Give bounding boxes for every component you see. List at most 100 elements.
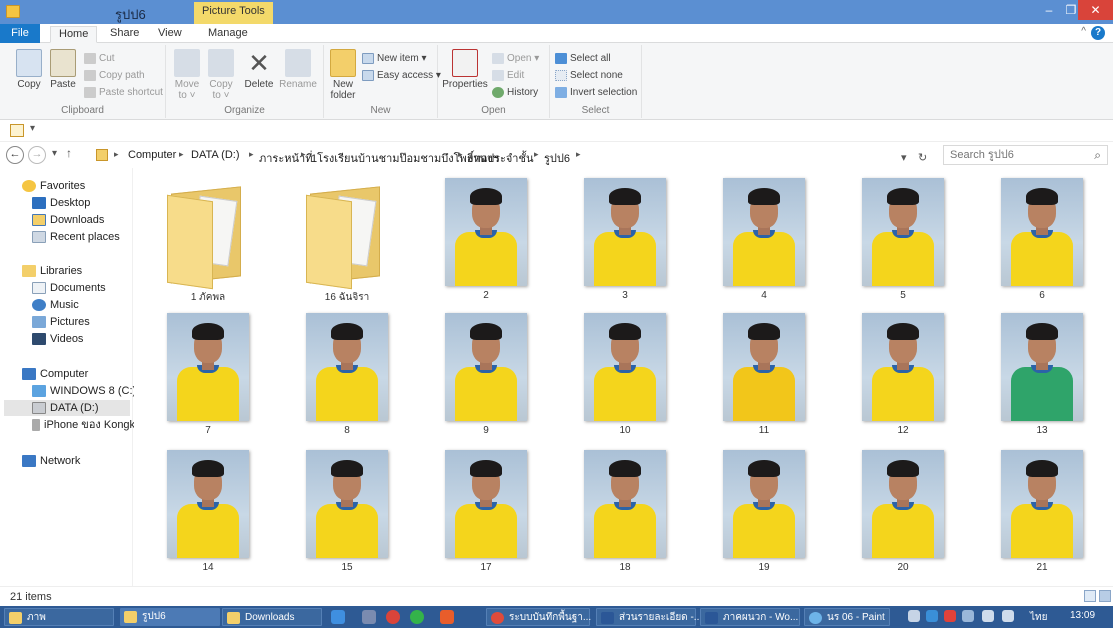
forward-button[interactable]: → xyxy=(28,146,46,164)
tab-share[interactable]: Share xyxy=(102,26,147,43)
copy-button[interactable]: Copy xyxy=(14,49,44,90)
refresh-button[interactable]: ↻ xyxy=(918,151,927,164)
edit-button[interactable]: Edit xyxy=(492,70,524,81)
up-button[interactable]: ↑ xyxy=(66,146,72,160)
image-file-item[interactable]: 10 xyxy=(575,313,675,436)
taskbar-item-word-appendix[interactable]: ภาคผนวก - Wo... xyxy=(700,608,800,626)
sidebar-item-libraries[interactable]: Libraries xyxy=(22,263,82,279)
breadcrumb-class-work[interactable]: งานประจำชั้น xyxy=(468,149,533,167)
tab-view[interactable]: View xyxy=(150,26,190,43)
taskbar-item-downloads[interactable]: Downloads xyxy=(222,608,322,626)
image-file-item[interactable]: 4 xyxy=(714,178,814,301)
image-file-item[interactable]: 2 xyxy=(436,178,536,301)
search-icon[interactable]: ⌕ xyxy=(1094,148,1101,163)
rename-button[interactable]: Rename xyxy=(278,49,318,90)
address-bar[interactable]: ▸ Computer ▸ DATA (D:) ▸ ภาระหน้าที่ ▸ 1… xyxy=(95,145,940,165)
properties-qat-icon[interactable] xyxy=(10,124,24,137)
sidebar-item-iphone[interactable]: iPhone ของ Kongka xyxy=(32,417,141,433)
image-file-item[interactable]: 18 xyxy=(575,450,675,573)
sidebar-item-data-d[interactable]: DATA (D:) xyxy=(4,400,130,416)
sidebar-item-favorites[interactable]: Favorites xyxy=(22,178,85,194)
properties-button[interactable]: Properties xyxy=(442,49,488,90)
large-icons-view-icon[interactable] xyxy=(1099,590,1111,602)
image-file-item[interactable]: 6 xyxy=(992,178,1092,301)
image-file-item[interactable]: 7 xyxy=(158,313,258,436)
image-file-item[interactable]: 11 xyxy=(714,313,814,436)
cut-button[interactable]: Cut xyxy=(84,53,115,64)
media-icon[interactable] xyxy=(440,610,454,624)
taskbar-item-paint[interactable]: นร 06 - Paint xyxy=(804,608,890,626)
sidebar-item-pictures[interactable]: Pictures xyxy=(32,314,90,330)
sidebar-item-network[interactable]: Network xyxy=(22,453,80,469)
image-file-item[interactable]: 17 xyxy=(436,450,536,573)
help-icon[interactable]: ? xyxy=(1091,26,1105,40)
breadcrumb-computer[interactable]: Computer xyxy=(128,149,176,161)
sidebar-item-computer[interactable]: Computer xyxy=(22,366,88,382)
copy-to-button[interactable]: Copy to ˅ xyxy=(206,49,236,101)
details-view-icon[interactable] xyxy=(1084,590,1096,602)
calculator-icon[interactable] xyxy=(362,610,376,624)
image-file-item[interactable]: 3 xyxy=(575,178,675,301)
image-file-item[interactable]: 21 xyxy=(992,450,1092,573)
collapse-ribbon-icon[interactable]: ^ xyxy=(1081,26,1086,37)
network-signal-icon[interactable] xyxy=(1002,610,1014,622)
search-input[interactable] xyxy=(944,146,1084,164)
paste-shortcut-button[interactable]: Paste shortcut xyxy=(84,87,163,98)
breadcrumb-current-folder[interactable]: รูปป6 xyxy=(544,149,570,167)
sidebar-item-documents[interactable]: Documents xyxy=(32,280,106,296)
recent-locations-dropdown[interactable]: ▾ xyxy=(52,148,57,159)
language-indicator[interactable]: ไทย xyxy=(1030,610,1047,625)
move-to-button[interactable]: Move to ˅ xyxy=(172,49,202,101)
folder-item[interactable]: 1 ภัคพล xyxy=(158,178,258,305)
image-file-item[interactable]: 5 xyxy=(853,178,953,301)
image-file-item[interactable]: 9 xyxy=(436,313,536,436)
tab-home[interactable]: Home xyxy=(50,26,98,43)
open-button[interactable]: Open ▾ xyxy=(492,53,539,64)
breadcrumb-data-d[interactable]: DATA (D:) xyxy=(191,149,239,161)
sidebar-item-windows8[interactable]: WINDOWS 8 (C:) xyxy=(32,383,136,399)
new-folder-button[interactable]: New folder xyxy=(328,49,358,101)
sidebar-item-recent-places[interactable]: Recent places xyxy=(32,229,120,245)
taskbar-item-word-details[interactable]: ส่วนรายละเอียด -... xyxy=(596,608,702,626)
tray-icon[interactable] xyxy=(908,610,920,622)
paste-button[interactable]: Paste xyxy=(46,49,80,90)
image-file-item[interactable]: 14 xyxy=(158,450,258,573)
tray-flag-icon[interactable] xyxy=(944,610,956,622)
new-item-button[interactable]: New item ▾ xyxy=(362,53,426,64)
tab-manage[interactable]: Manage xyxy=(200,26,256,43)
taskbar-item-browser[interactable]: ระบบบันทึกพื้นฐา... xyxy=(486,608,591,626)
picture-tools-tab[interactable]: Picture Tools xyxy=(194,2,273,24)
image-file-item[interactable]: 15 xyxy=(297,450,397,573)
address-dropdown[interactable]: ▾ xyxy=(901,151,907,164)
select-none-button[interactable]: Select none xyxy=(555,70,623,81)
internet-explorer-icon[interactable] xyxy=(331,610,345,624)
copy-path-button[interactable]: Copy path xyxy=(84,70,145,81)
taskbar-item-folder[interactable]: รูปป6 xyxy=(120,608,220,626)
image-file-item[interactable]: 19 xyxy=(714,450,814,573)
image-file-item[interactable]: 12 xyxy=(853,313,953,436)
taskbar-item-pictures[interactable]: ภาพ xyxy=(4,608,114,626)
tab-file[interactable]: File xyxy=(0,24,40,43)
clock[interactable]: 13:09 xyxy=(1070,610,1095,621)
easy-access-button[interactable]: Easy access ▾ xyxy=(362,70,441,81)
close-button[interactable]: ✕ xyxy=(1078,0,1113,20)
sidebar-item-desktop[interactable]: Desktop xyxy=(32,195,90,211)
sidebar-item-videos[interactable]: Videos xyxy=(32,331,83,347)
history-button[interactable]: History xyxy=(492,87,538,98)
delete-button[interactable]: ✕ Delete xyxy=(242,49,276,90)
search-box[interactable]: ⌕ xyxy=(943,145,1108,165)
select-all-button[interactable]: Select all xyxy=(555,53,611,64)
image-file-item[interactable]: 8 xyxy=(297,313,397,436)
sidebar-item-downloads[interactable]: Downloads xyxy=(32,212,104,228)
folder-item[interactable]: 16 ฉันจิรา xyxy=(297,178,397,305)
image-file-item[interactable]: 13 xyxy=(992,313,1092,436)
chrome-icon[interactable] xyxy=(386,610,400,624)
line-icon[interactable] xyxy=(410,610,424,624)
sidebar-item-music[interactable]: Music xyxy=(32,297,79,313)
back-button[interactable]: ← xyxy=(6,146,24,164)
tray-icon[interactable] xyxy=(962,610,974,622)
tray-icon[interactable] xyxy=(926,610,938,622)
image-file-item[interactable]: 20 xyxy=(853,450,953,573)
invert-selection-button[interactable]: Invert selection xyxy=(555,87,637,98)
volume-icon[interactable] xyxy=(982,610,994,622)
